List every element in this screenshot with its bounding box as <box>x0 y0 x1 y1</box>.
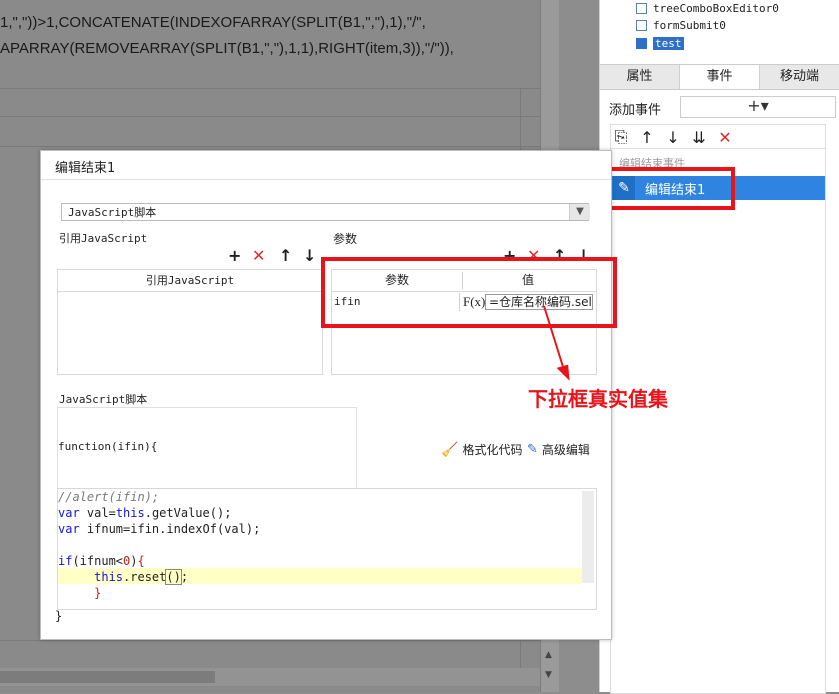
code-line: //alert(ifin); <box>58 490 160 504</box>
script-section-label: JavaScript脚本 <box>59 393 148 406</box>
widget-icon <box>636 20 647 31</box>
combobox-icon <box>636 38 647 49</box>
edit-event-dialog: 编辑结束1 JavaScript脚本 ▼ 引用JavaScript 参数 + ✕… <box>40 150 612 640</box>
highlight-box-event <box>601 167 735 210</box>
code-line: var ifnum=ifin.indexOf(val); <box>58 522 261 536</box>
panel-tabs: 属性 事件 移动端 <box>600 64 839 90</box>
annotation-text: 下拉框真实值集 <box>528 387 668 411</box>
annotation-arrow <box>543 305 570 381</box>
ref-js-table: 引用JavaScript <box>57 269 323 375</box>
copy-icon[interactable]: ⎘ <box>611 127 631 147</box>
tree-item-label: formSubmit0 <box>653 19 726 32</box>
add-icon[interactable]: + <box>228 246 241 265</box>
format-code-button[interactable]: 🧹 格式化代码 <box>441 441 522 458</box>
params-section-label: 参数 <box>333 232 358 246</box>
tree-item[interactable]: treeComboBoxEditor0 <box>636 2 779 15</box>
code-editor[interactable]: //alert(ifin); var val=this.getValue(); … <box>57 488 597 610</box>
function-signature: function(ifin){ <box>58 440 158 453</box>
code-line: } <box>94 586 102 600</box>
arrow-up-icon[interactable]: ↑ <box>279 246 292 265</box>
code-line: var val=this.getValue(); <box>58 506 232 520</box>
move-bottom-icon[interactable]: ⇊ <box>689 128 709 147</box>
grid-line <box>0 116 540 117</box>
broom-icon: 🧹 <box>441 441 459 458</box>
function-header-box: function(ifin){ <box>57 407 357 489</box>
delete-icon[interactable]: ✕ <box>715 128 735 147</box>
widget-icon <box>636 3 647 14</box>
code-line: if(ifnum<0){ <box>58 554 145 568</box>
grid-line <box>0 640 540 641</box>
arrow-down-icon[interactable]: ↓ <box>663 128 683 147</box>
formula-text-line2: APARRAY(REMOVEARRAY(SPLIT(B1,","),1,1),R… <box>0 40 454 57</box>
advanced-edit-button[interactable]: ✎ 高级编辑 <box>527 441 590 458</box>
tab-events[interactable]: 事件 <box>680 65 760 89</box>
chevron-down-icon[interactable]: ▼ <box>569 204 590 220</box>
horizontal-scrollbar[interactable] <box>0 668 540 686</box>
formula-text-line1: 1,","))>1,CONCATENATE(INDEXOFARRAY(SPLIT… <box>0 14 426 31</box>
horizontal-scroll-thumb[interactable] <box>0 671 215 683</box>
widget-tree: treeComboBoxEditor0 formSubmit0 test <box>600 0 839 62</box>
event-list: 编辑结束事件 ✎ 编辑结束1 <box>610 148 826 694</box>
tree-item-label: treeComboBoxEditor0 <box>653 2 779 15</box>
advanced-edit-label: 高级编辑 <box>541 443 590 457</box>
scroll-up-icon[interactable]: ▲ <box>545 650 552 660</box>
add-event-label: 添加事件 <box>609 103 662 118</box>
code-line: this.reset(); <box>94 569 189 585</box>
add-event-button[interactable]: +▾ <box>680 96 836 118</box>
ref-js-header: 引用JavaScript <box>58 270 322 292</box>
script-type-select[interactable]: JavaScript脚本 <box>61 203 589 221</box>
grid-line <box>0 146 540 147</box>
ref-js-section-label: 引用JavaScript <box>59 232 148 245</box>
tree-item-selected[interactable]: test <box>636 37 684 50</box>
tab-properties[interactable]: 属性 <box>600 65 680 89</box>
dialog-title: 编辑结束1 <box>55 161 116 176</box>
event-toolbar: ⎘ ↑ ↓ ⇊ ✕ <box>610 124 826 149</box>
tree-item[interactable]: formSubmit0 <box>636 19 726 32</box>
tab-mobile[interactable]: 移动端 <box>760 65 839 89</box>
code-scrollbar[interactable] <box>582 491 594 583</box>
arrow-down-icon[interactable]: ↓ <box>303 246 316 265</box>
grid-line <box>0 88 540 89</box>
edit-icon: ✎ <box>527 442 538 457</box>
property-panel: treeComboBoxEditor0 formSubmit0 test 属性 … <box>599 0 839 694</box>
arrow-up-icon[interactable]: ↑ <box>637 128 657 147</box>
divider <box>41 179 611 180</box>
closing-brace: } <box>55 609 63 623</box>
scroll-down-icon[interactable]: ▼ <box>545 670 552 680</box>
format-code-label: 格式化代码 <box>462 443 523 457</box>
tree-item-label: test <box>653 37 684 50</box>
delete-icon[interactable]: ✕ <box>252 246 265 265</box>
